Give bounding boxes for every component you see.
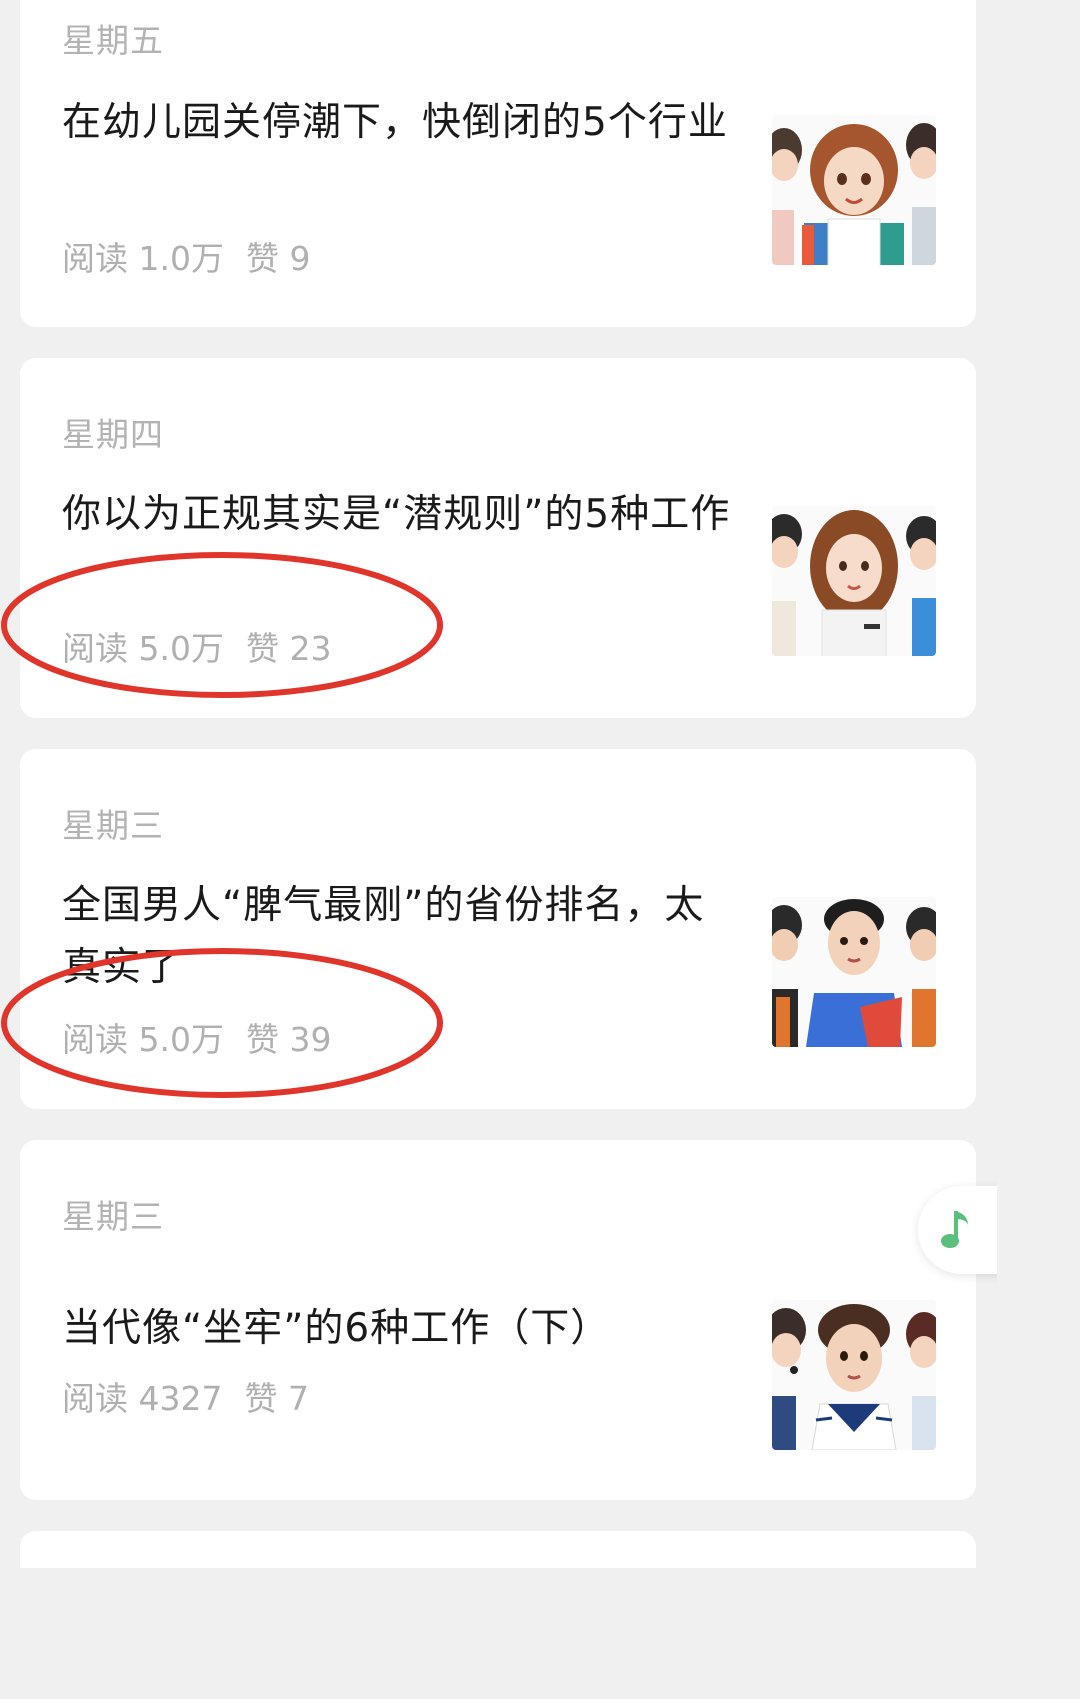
floating-music-button[interactable] bbox=[918, 1186, 997, 1274]
cartoon-woman-lace-icon[interactable] bbox=[772, 506, 936, 656]
like-count: 赞 23 bbox=[245, 629, 332, 668]
article-stats: 阅读 4327 赞 7 bbox=[62, 1372, 309, 1420]
read-count: 阅读 4327 bbox=[62, 1379, 223, 1418]
cartoon-man-blue-shirt-icon[interactable] bbox=[772, 897, 936, 1047]
like-count: 赞 7 bbox=[244, 1379, 309, 1418]
like-count: 赞 39 bbox=[245, 1020, 332, 1059]
article-stats: 阅读 1.0万赞 9 bbox=[62, 232, 310, 280]
cartoon-woman-apron-icon[interactable] bbox=[772, 115, 936, 265]
like-count: 赞 9 bbox=[245, 239, 311, 278]
article-card[interactable] bbox=[20, 1531, 976, 1568]
article-stats: 阅读 5.0万赞 39 bbox=[62, 1013, 331, 1061]
article-title[interactable]: 你以为正规其实是“潜规则”的5种工作 bbox=[62, 484, 732, 546]
article-day: 星期三 bbox=[62, 806, 164, 845]
article-day: 星期四 bbox=[62, 415, 164, 454]
article-history-page: 星期五 在幼儿园关停潮下，快倒闭的5个行业 阅读 1.0万赞 9 星期四 你以为… bbox=[0, 0, 997, 1568]
article-day: 星期五 bbox=[62, 21, 164, 60]
read-count: 阅读 5.0万 bbox=[62, 629, 224, 668]
article-day: 星期三 bbox=[62, 1197, 164, 1236]
article-card[interactable]: 星期三 当代像“坐牢”的6种工作（下） 阅读 4327 赞 7 bbox=[20, 1140, 976, 1500]
read-count: 阅读 5.0万 bbox=[62, 1020, 224, 1059]
article-title[interactable]: 当代像“坐牢”的6种工作（下） bbox=[62, 1298, 732, 1360]
article-title[interactable]: 在幼儿园关停潮下，快倒闭的5个行业 bbox=[62, 92, 732, 154]
article-card[interactable]: 星期三 全国男人“脾气最刚”的省份排名，太真实了 阅读 5.0万赞 39 bbox=[20, 749, 976, 1109]
article-stats: 阅读 5.0万赞 23 bbox=[62, 622, 331, 670]
read-count: 阅读 1.0万 bbox=[62, 239, 224, 278]
article-card[interactable]: 星期五 在幼儿园关停潮下，快倒闭的5个行业 阅读 1.0万赞 9 bbox=[20, 0, 976, 327]
article-title[interactable]: 全国男人“脾气最刚”的省份排名，太真实了 bbox=[62, 875, 732, 999]
cartoon-man-sailor-icon[interactable] bbox=[772, 1300, 936, 1450]
article-card[interactable]: 星期四 你以为正规其实是“潜规则”的5种工作 阅读 5.0万赞 23 bbox=[20, 358, 976, 718]
music-note-icon bbox=[941, 1211, 968, 1248]
